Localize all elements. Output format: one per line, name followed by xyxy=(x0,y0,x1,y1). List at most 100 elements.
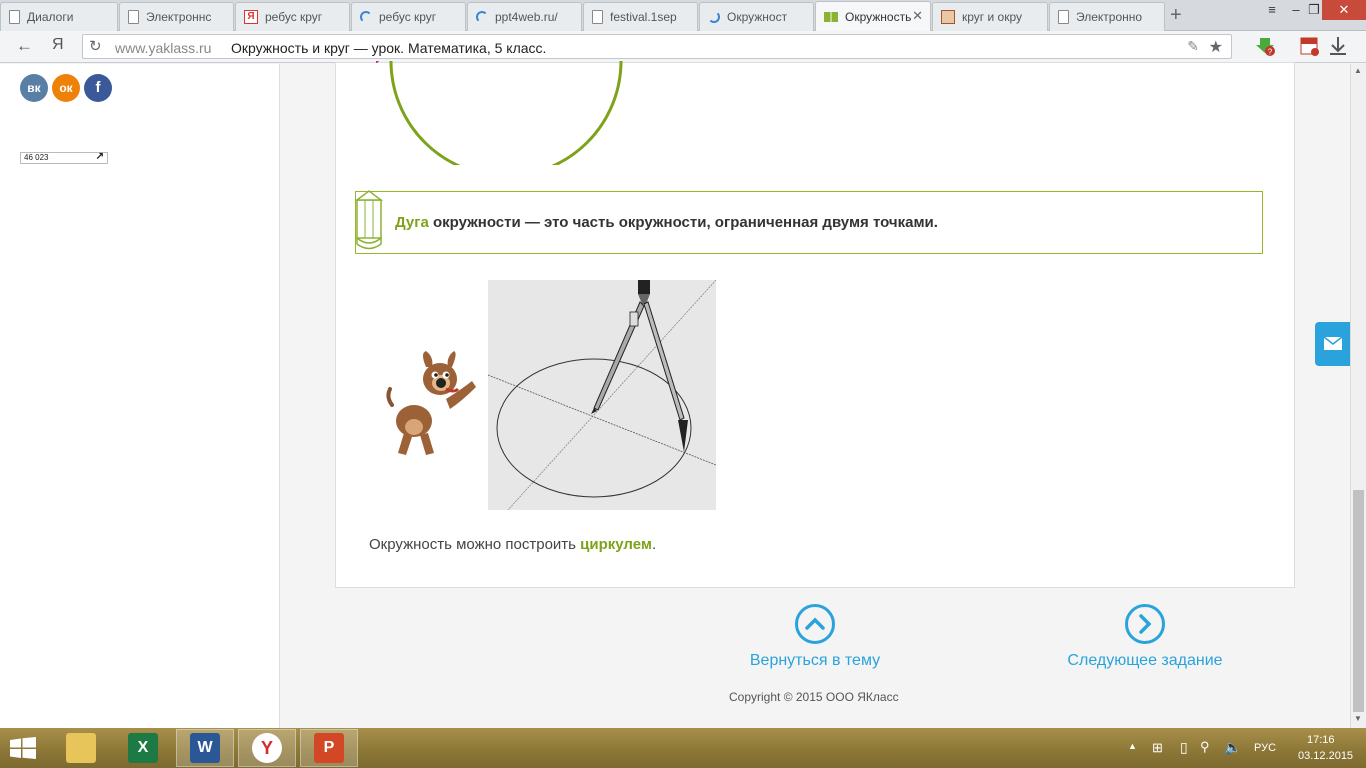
scrollbar-thumb[interactable] xyxy=(1353,490,1364,712)
tab-label: Окружность xyxy=(845,10,912,24)
visit-counter[interactable]: 46 023 ↗ xyxy=(20,152,108,164)
main-content: Дуга окружности — это часть окружности, … xyxy=(281,61,1350,728)
counter-value: 46 023 xyxy=(24,153,49,162)
clock-date[interactable]: 03.12.2015 xyxy=(1298,750,1353,762)
windows-start-icon[interactable] xyxy=(10,737,36,759)
close-tab-icon[interactable]: ✕ xyxy=(912,8,923,24)
copyright: Copyright © 2015 ООО ЯКласс xyxy=(729,690,899,704)
input-language[interactable]: РУС xyxy=(1254,742,1276,754)
taskbar-yandex-browser[interactable]: Y xyxy=(238,729,296,767)
folder-icon xyxy=(66,733,96,763)
pin-icon[interactable]: ✎ xyxy=(1187,38,1199,55)
new-tab-button[interactable]: + xyxy=(1170,4,1182,27)
tab-electronic-1[interactable]: Электроннс xyxy=(119,2,234,31)
definition-body: окружности — это часть окружности, огран… xyxy=(428,214,938,231)
tab-label: ppt4web.ru/ xyxy=(495,10,558,24)
document-icon xyxy=(592,10,603,24)
scroll-up-icon[interactable]: ▲ xyxy=(1354,66,1362,75)
mail-icon xyxy=(1323,336,1343,350)
tab-circle-active[interactable]: Окружность ✕ xyxy=(815,1,931,32)
arrow-icon: ↗ xyxy=(95,151,104,162)
network-icon[interactable]: ⚲ xyxy=(1200,739,1210,755)
tab-dialogs[interactable]: Диалоги xyxy=(0,2,118,31)
address-bar[interactable]: ↻ www.yaklass.ru Окружность и круг — уро… xyxy=(82,34,1232,59)
definition-term: Дуга xyxy=(395,214,429,231)
taskbar-excel[interactable]: X xyxy=(114,729,172,767)
loading-icon xyxy=(476,11,488,23)
ok-share-button[interactable]: ок xyxy=(52,74,80,102)
compass-illustration xyxy=(487,279,717,511)
vk-share-button[interactable]: вк xyxy=(20,74,48,102)
back-arrow-icon[interactable]: ← xyxy=(16,36,33,56)
scroll-down-icon[interactable]: ▼ xyxy=(1354,714,1362,723)
tab-label: ребус круг xyxy=(379,10,437,24)
tab-circle-image[interactable]: круг и окру xyxy=(932,2,1048,31)
yandex-logo[interactable]: Я xyxy=(52,36,64,54)
yaklass-icon xyxy=(824,12,838,22)
tab-rebus-2[interactable]: ребус круг xyxy=(351,2,466,31)
circle-drawing xyxy=(376,61,623,165)
window-close-icon[interactable]: ✕ xyxy=(1322,0,1366,20)
address-row: ← Я ↻ www.yaklass.ru Окружность и круг —… xyxy=(0,31,1366,63)
definition-text: Дуга окружности — это часть окружности, … xyxy=(395,214,938,231)
pdf-extension-icon[interactable] xyxy=(1298,35,1320,57)
tab-label: круг и окру xyxy=(962,10,1022,24)
download-manager-icon[interactable]: ? xyxy=(1254,35,1276,57)
yandex-browser-icon: Y xyxy=(252,733,282,763)
tray-expand-icon[interactable]: ▲ xyxy=(1128,741,1137,751)
next-task-link[interactable]: Следующее задание xyxy=(1065,604,1225,670)
document-icon xyxy=(9,10,20,24)
caption-term: циркулем xyxy=(580,536,652,553)
url-page-title[interactable]: Окружность и круг — урок. Математика, 5 … xyxy=(231,40,546,56)
loading-icon xyxy=(360,11,372,23)
taskbar-powerpoint[interactable]: P xyxy=(300,729,358,767)
battery-icon[interactable]: ▯ xyxy=(1180,739,1188,756)
loading-icon xyxy=(708,11,720,23)
definition-box: Дуга окружности — это часть окружности, … xyxy=(354,190,1263,254)
taskbar-explorer[interactable] xyxy=(52,729,110,767)
compass-caption: Окружность можно построить циркулем. xyxy=(369,536,656,553)
yandex-icon: Я xyxy=(244,10,258,24)
url-host[interactable]: www.yaklass.ru xyxy=(115,40,211,56)
caption-text: Окружность можно построить xyxy=(369,536,581,553)
tab-ppt4web[interactable]: ppt4web.ru/ xyxy=(467,2,582,31)
left-sidebar: вк ок f 46 023 ↗ xyxy=(0,64,280,728)
back-to-topic-link[interactable]: Вернуться в тему xyxy=(745,604,885,670)
compass-drawing xyxy=(487,279,717,511)
action-center-icon[interactable]: ⊞ xyxy=(1152,740,1163,756)
clock-time[interactable]: 17:16 xyxy=(1307,734,1335,746)
tab-label: Диалоги xyxy=(27,10,74,24)
tab-label: Электроннс xyxy=(146,10,212,24)
document-icon xyxy=(128,10,139,24)
svg-text:?: ? xyxy=(1268,48,1273,57)
back-to-topic-label[interactable]: Вернуться в тему xyxy=(745,652,885,670)
chevron-up-icon[interactable] xyxy=(795,604,835,644)
tab-strip: Диалоги Электроннс Я ребус круг ребус кр… xyxy=(0,0,1366,32)
chevron-right-icon[interactable] xyxy=(1125,604,1165,644)
document-icon xyxy=(1058,10,1069,24)
page-scrollbar[interactable]: ▲ ▼ xyxy=(1350,64,1366,728)
lesson-card: Дуга окружности — это часть окружности, … xyxy=(335,61,1295,588)
tab-label: ребус круг xyxy=(265,10,323,24)
taskbar-word[interactable]: W xyxy=(176,729,234,767)
facebook-share-button[interactable]: f xyxy=(84,74,112,102)
caption-end: . xyxy=(652,536,657,553)
word-icon: W xyxy=(190,733,220,763)
tab-festival[interactable]: festival.1sep xyxy=(583,2,698,31)
image-icon xyxy=(941,10,955,24)
bookmark-star-icon[interactable]: ★ xyxy=(1209,37,1223,57)
tab-electronic-2[interactable]: Электронно xyxy=(1049,2,1165,31)
tab-label: Электронно xyxy=(1076,10,1143,24)
volume-icon[interactable]: 🔈 xyxy=(1224,739,1241,756)
tab-circle-loading[interactable]: Окружност xyxy=(699,2,814,31)
excel-icon: X xyxy=(128,733,158,763)
feedback-mail-button[interactable] xyxy=(1315,322,1350,366)
windows-taskbar: X W Y P ▲ ⊞ ▯ ⚲ 🔈 РУС 17:16 03.12.2015 xyxy=(0,728,1366,768)
tab-label: festival.1sep xyxy=(610,10,677,24)
pencil-icon xyxy=(354,190,384,250)
tab-rebus-1[interactable]: Я ребус круг xyxy=(235,2,350,31)
next-task-label[interactable]: Следующее задание xyxy=(1065,652,1225,670)
tab-label: Окружност xyxy=(727,10,788,24)
refresh-icon[interactable]: ↻ xyxy=(89,37,102,55)
downloads-icon[interactable] xyxy=(1327,35,1349,57)
